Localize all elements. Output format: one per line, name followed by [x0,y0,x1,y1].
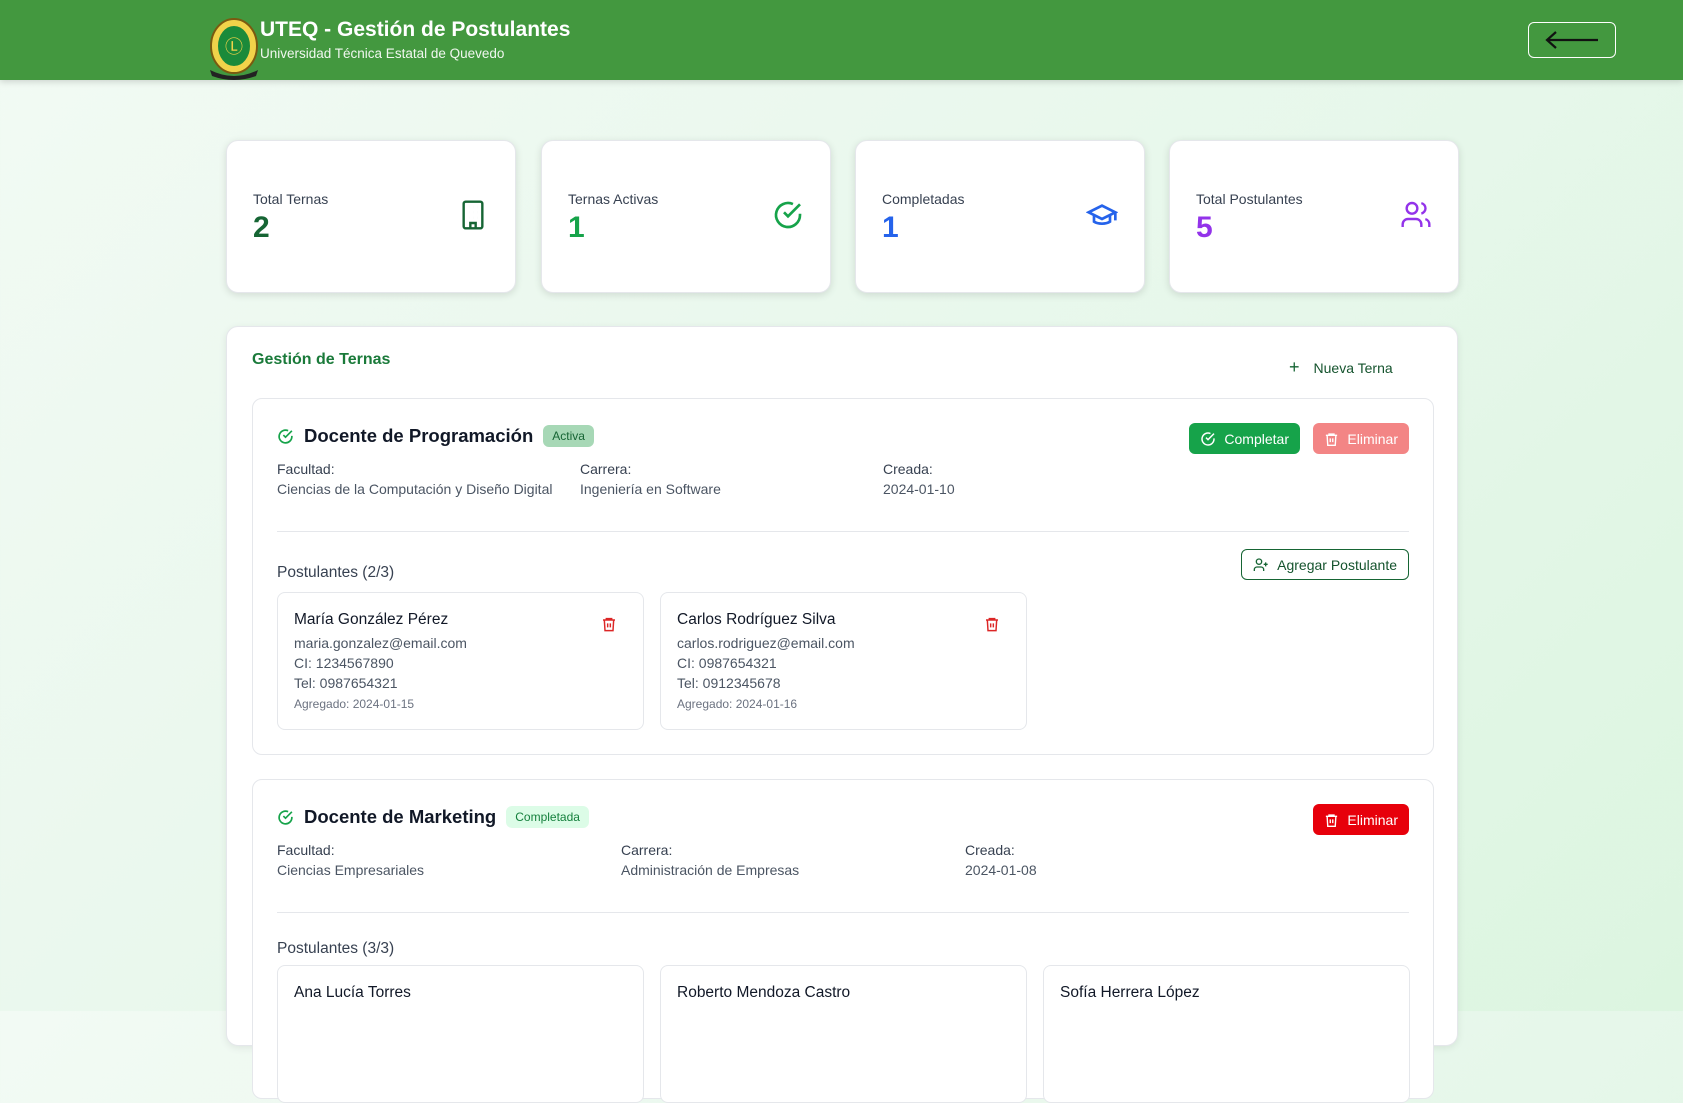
postulante-card: Roberto Mendoza Castro [660,965,1027,1103]
carrera-field: Carrera: Administración de Empresas [621,840,799,880]
stat-label: Total Postulantes [1196,191,1303,207]
postulante-card: María González Pérez maria.gonzalez@emai… [277,592,644,730]
status-badge: Activa [543,425,594,447]
stat-value: 5 [1196,211,1213,244]
eliminar-label: Eliminar [1347,811,1398,828]
eliminar-label: Eliminar [1347,430,1398,447]
facultad-label: Facultad: [277,842,335,858]
eliminar-button[interactable]: Eliminar [1313,423,1409,454]
stat-completadas: Completadas 1 [855,140,1145,293]
postulante-added: Agregado: 2024-01-15 [294,697,415,711]
postulante-name: María González Pérez [294,611,449,628]
postulante-added: Agregado: 2024-01-16 [677,697,798,711]
divider [277,531,1409,532]
postulante-ci: CI: 0987654321 [677,655,777,671]
app-title: UTEQ - Gestión de Postulantes [260,18,571,41]
trash-icon [1326,432,1338,446]
nueva-terna-button[interactable]: + Nueva Terna [1289,357,1393,378]
building-icon [462,200,484,230]
terna-name: Docente de Marketing [304,806,497,827]
stat-label: Total Ternas [253,191,329,207]
postulante-tel: Tel: 0987654321 [294,675,398,691]
check-circle-icon [278,809,293,825]
trash-icon[interactable] [601,615,617,633]
check-circle-icon [1201,431,1216,446]
agregar-label: Agregar Postulante [1277,556,1397,573]
terna-card: Docente de Marketing Completada Eliminar… [252,779,1434,1103]
stat-label: Ternas Activas [568,191,659,207]
carrera-label: Carrera: [621,842,673,858]
stat-label: Completadas [882,191,965,207]
postulante-ci: CI: 1234567890 [294,655,394,671]
ternas-panel: Gestión de Ternas + Nueva Terna Docente … [226,326,1458,1103]
postulante-card: Sofía Herrera López [1043,965,1410,1103]
completar-button[interactable]: Completar [1189,423,1300,454]
eliminar-button[interactable]: Eliminar [1313,804,1409,835]
stat-ternas-activas: Ternas Activas 1 [541,140,831,293]
facultad-field: Facultad: Ciencias Empresariales [277,840,424,880]
facultad-value: Ciencias de la Computación y Diseño Digi… [277,481,553,497]
postulantes-count: Postulantes (3/3) [277,940,395,957]
stat-value: 1 [568,211,585,244]
terna-name: Docente de Programación [304,425,534,446]
terna-card: Docente de Programación Activa Completar… [252,398,1434,755]
back-button[interactable] [1528,22,1616,58]
users-icon [1401,201,1431,227]
divider [277,912,1409,913]
facultad-field: Facultad: Ciencias de la Computación y Di… [277,459,552,499]
agregar-postulante-button[interactable]: Agregar Postulante [1241,549,1409,580]
panel-title: Gestión de Ternas [252,351,391,368]
carrera-field: Carrera: Ingeniería en Software [580,459,721,499]
stat-value: 2 [253,211,270,244]
creada-value: 2024-01-10 [883,481,955,497]
plus-icon: + [1289,357,1300,377]
creada-value: 2024-01-08 [965,862,1037,878]
check-circle-icon [278,428,293,444]
postulante-tel: Tel: 0912345678 [677,675,781,691]
postulante-name: Ana Lucía Torres [294,984,411,1001]
arrow-left-icon [1545,31,1598,49]
postulante-name: Carlos Rodríguez Silva [677,611,836,628]
uteq-logo: Ⓛ [210,18,258,80]
facultad-label: Facultad: [277,461,335,477]
nueva-terna-label: Nueva Terna [1313,359,1393,376]
user-plus-icon [1253,557,1268,571]
postulante-card: Ana Lucía Torres [277,965,644,1103]
stat-total-postulantes: Total Postulantes 5 [1169,140,1459,293]
trash-icon[interactable] [984,615,1000,633]
stat-value: 1 [882,211,899,244]
creada-label: Creada: [883,461,933,477]
stat-total-ternas: Total Ternas 2 [226,140,516,293]
postulante-name: Sofía Herrera López [1060,984,1200,1001]
postulante-name: Roberto Mendoza Castro [677,984,851,1001]
carrera-value: Ingeniería en Software [580,481,721,497]
trash-icon [1326,813,1338,827]
creada-label: Creada: [965,842,1015,858]
carrera-label: Carrera: [580,461,632,477]
carrera-value: Administración de Empresas [621,862,800,878]
check-circle-icon [774,201,802,229]
facultad-value: Ciencias Empresariales [277,862,425,878]
postulantes-count: Postulantes (2/3) [277,564,395,581]
creada-field: Creada: 2024-01-10 [883,459,955,499]
app-header: Ⓛ UTEQ - Gestión de Postulantes Universi… [0,0,1683,80]
app-subtitle: Universidad Técnica Estatal de Quevedo [260,46,505,61]
postulante-card: Carlos Rodríguez Silva carlos.rodriguez@… [660,592,1027,730]
completar-label: Completar [1224,430,1289,447]
creada-field: Creada: 2024-01-08 [965,840,1037,880]
svg-text:Ⓛ: Ⓛ [225,37,243,57]
postulante-email: maria.gonzalez@email.com [294,635,467,651]
graduation-cap-icon [1086,204,1118,225]
postulante-email: carlos.rodriguez@email.com [677,635,855,651]
status-badge: Completada [506,806,589,828]
